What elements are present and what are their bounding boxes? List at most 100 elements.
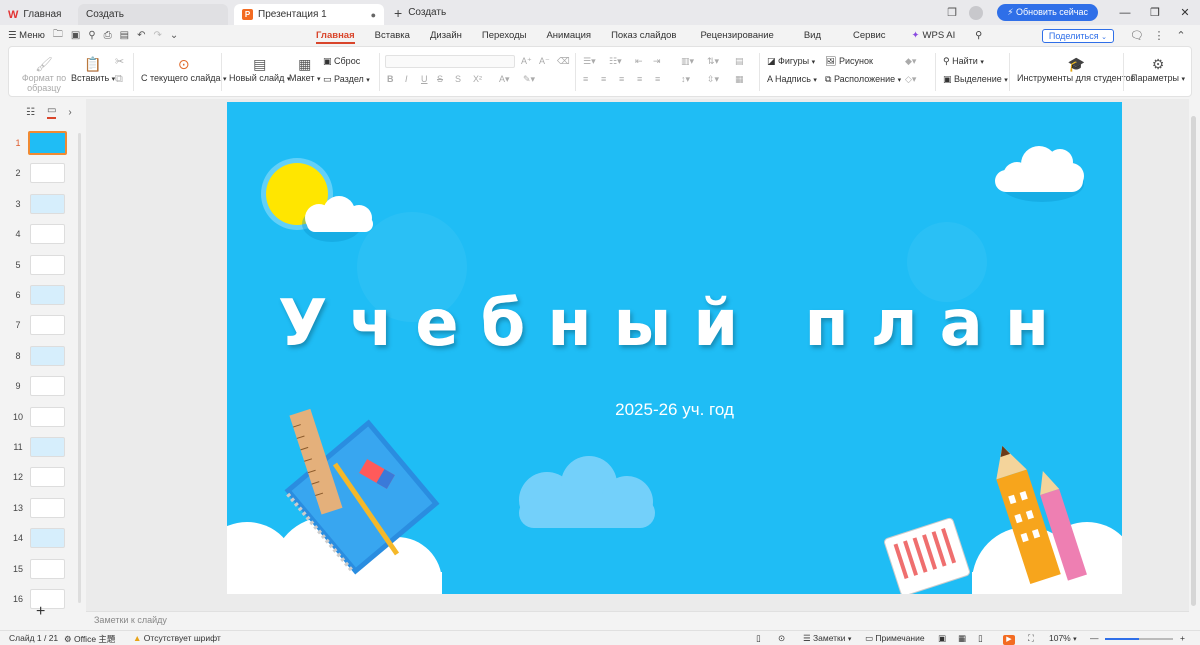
slide-thumbnail[interactable] [30,437,65,457]
menu-button[interactable]: ☰ Меню [8,30,45,41]
cut-icon[interactable]: ✂ [115,55,124,68]
maximize-icon[interactable]: ❐ [1140,6,1170,19]
slide-thumbnail-row[interactable]: 4 [0,224,80,248]
slide-thumbnail[interactable] [30,497,65,518]
line-spacing-icon[interactable]: ↕▾ [681,74,690,85]
slide-title[interactable]: Учебный план [227,287,1122,361]
tab-home-ribbon[interactable]: Главная [306,25,365,46]
new-tab-button[interactable]: + Создать [394,5,446,21]
align-right-icon[interactable]: ≡ [619,74,624,84]
theme-indicator[interactable]: ⚙ Office 主題 [64,633,115,645]
outline-view-icon[interactable]: ☷ [26,107,35,118]
paste-button[interactable]: 📋 Вставить ▾ [71,55,115,83]
slide-thumbnail-row[interactable]: 1 [0,131,80,157]
bullets-icon[interactable]: ☰▾ [583,56,596,67]
align-center-icon[interactable]: ≡ [601,74,606,84]
tab-slideshow[interactable]: Показ слайдов [601,25,686,46]
slide-subtitle[interactable]: 2025-26 уч. год [227,400,1122,420]
student-tools-button[interactable]: 🎓 Инструменты для студентов [1017,55,1135,83]
thumbnail-view-icon[interactable]: ▭ [46,105,57,119]
tab-document[interactable]: P Презентация 1 ● [234,4,384,25]
add-slide-button[interactable]: + [36,603,45,621]
slides-scrollbar[interactable] [78,133,81,603]
comment-toggle[interactable]: ▭ Примечание [865,633,925,644]
zoom-value[interactable]: 107% ▾ [1049,633,1077,643]
slide-thumbnail[interactable] [30,528,65,549]
parameters-button[interactable]: ⚙ Параметры ▾ [1131,55,1185,83]
slide-thumbnail-row[interactable]: 3 [0,193,80,218]
slide-thumbnail-row[interactable]: 5 [0,254,80,279]
para-spacing-icon[interactable]: ⇳▾ [707,74,719,85]
text-shadow-icon[interactable]: S [455,74,461,84]
fit-icon[interactable]: ▯ [756,633,761,644]
picture-button[interactable]: 🖼 Рисунок [825,56,873,67]
redo-icon[interactable]: ↷ [153,30,161,41]
slide-thumbnail-row[interactable]: 11 [0,437,80,461]
layout-button[interactable]: ▦ Макет ▾ [289,55,321,83]
print-preview-icon[interactable]: ▤ [120,30,129,41]
vertical-scrollbar[interactable] [1191,116,1196,606]
shape-outline-icon[interactable]: ◇▾ [905,74,916,85]
notes-pane[interactable]: Заметки к слайду [86,611,1189,630]
slide-thumbnail[interactable] [30,406,65,427]
avatar[interactable] [969,5,984,20]
smart-icon[interactable]: ⊙ [778,633,785,644]
slide-thumbnail-row[interactable]: 6 [0,285,80,309]
font-warning[interactable]: ▲ Отсутствует шрифт [133,633,221,643]
textbox-button[interactable]: A Надпись ▾ [767,74,817,84]
new-slide-button[interactable]: ▤ Новый слайд ▾ [229,55,290,83]
shrink-font-icon[interactable]: A⁻ [539,56,550,67]
tab-home[interactable]: W Главная [0,4,72,25]
tab-transitions[interactable]: Переходы [472,25,537,46]
numbering-icon[interactable]: ☷▾ [609,56,622,67]
notes-toggle[interactable]: ☰ Заметки ▾ [803,633,851,644]
font-color-icon[interactable]: A▾ [499,74,510,85]
highlight-icon[interactable]: ✎▾ [523,74,535,85]
chevron-right-icon[interactable]: › [68,107,71,118]
slide-thumbnail[interactable] [30,467,65,488]
format-painter-button[interactable]: 🖌 Формат по образцу [19,55,69,93]
underline-icon[interactable]: U [421,74,428,84]
slide-thumbnail[interactable] [30,254,65,275]
reset-button[interactable]: ▣ Сброс [323,56,360,67]
italic-icon[interactable]: I [405,74,408,84]
decrease-indent-icon[interactable]: ⇤ [635,56,643,67]
find-button[interactable]: ⚲ Найти ▾ [943,56,984,67]
bold-icon[interactable]: B [387,74,394,84]
slide-thumbnail[interactable] [30,315,65,336]
comment-icon[interactable]: 🗨 [1126,29,1148,42]
clear-format-icon[interactable]: ⌫ [557,56,570,67]
slide-thumbnail-row[interactable]: 13 [0,497,80,522]
font-family-select[interactable] [385,55,515,68]
search-icon[interactable]: ⚲ [965,25,992,46]
save-icon[interactable]: ▣ [71,30,80,41]
close-tab-icon[interactable]: ● [371,10,376,20]
tab-animation[interactable]: Анимация [536,25,601,46]
justify-icon[interactable]: ≡ [637,74,642,84]
shapes-button[interactable]: ◪ Фигуры ▾ [767,56,815,67]
print-icon[interactable]: ⎙ [104,30,112,41]
strikethrough-icon[interactable]: S [437,74,443,84]
more-icon[interactable]: ⋮ [1148,29,1170,42]
tab-wps-ai[interactable]: ✦ WPS AI [902,25,966,46]
slide-thumbnail-row[interactable]: 9 [0,376,80,400]
collapse-ribbon-icon[interactable]: ⌃ [1170,29,1192,42]
share-button[interactable]: Поделиться ⌄ [1041,28,1114,43]
tab-service[interactable]: Сервис [837,25,902,46]
slide-thumbnail[interactable] [28,131,67,155]
zoom-out-icon[interactable]: — [1090,633,1099,643]
align-left-icon[interactable]: ≡ [583,74,588,84]
tab-view[interactable]: Вид [788,25,837,46]
increase-indent-icon[interactable]: ⇥ [653,56,661,67]
tab-insert[interactable]: Вставка [365,25,420,46]
slide-thumbnail[interactable] [30,285,65,305]
slideshow-button[interactable]: ▶ [1003,633,1015,645]
slide-thumbnail[interactable] [30,224,65,245]
slide-thumbnail[interactable] [30,345,65,366]
select-button[interactable]: ▣ Выделение ▾ [943,74,1008,85]
slide-thumbnail[interactable] [30,376,65,397]
section-button[interactable]: ▭ Раздел ▾ [323,74,370,85]
tab-create[interactable]: Создать [78,4,228,25]
slide-canvas[interactable]: Учебный план 2025-26 уч. год [227,102,1122,594]
columns-icon[interactable]: ▥▾ [681,56,694,67]
